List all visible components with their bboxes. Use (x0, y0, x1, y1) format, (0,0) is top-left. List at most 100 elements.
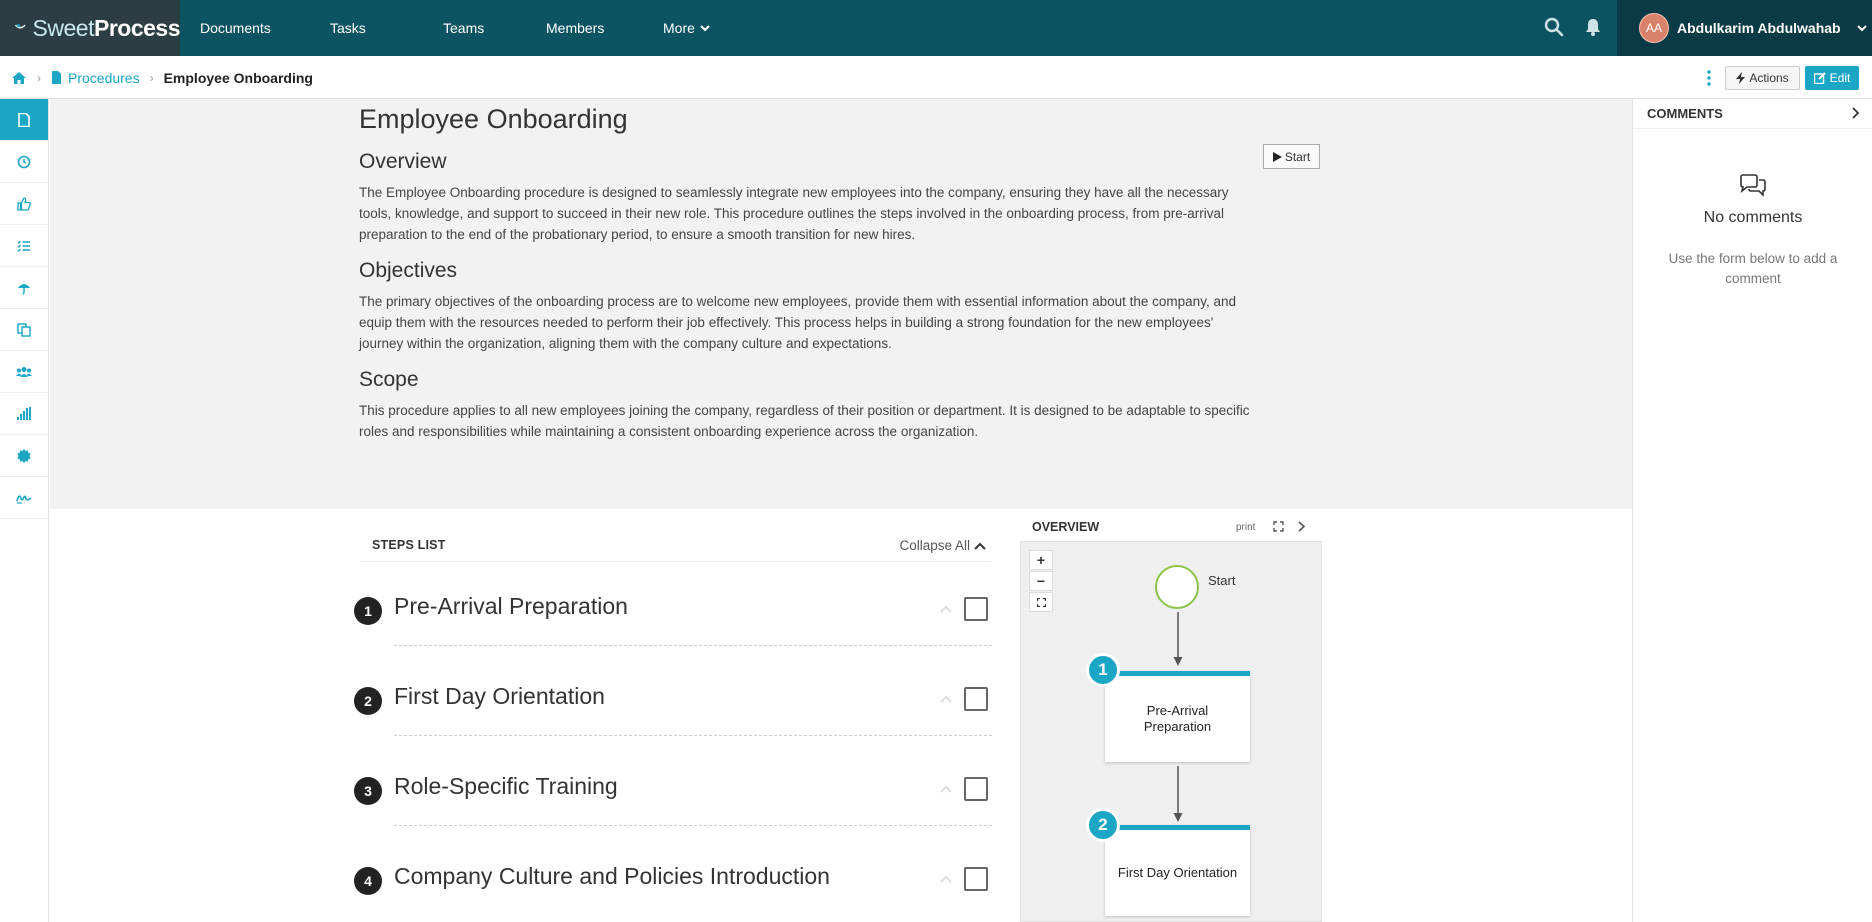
step-number: 1 (354, 597, 382, 625)
badge-icon (17, 448, 31, 463)
steps-list-header: STEPS LIST Collapse All (360, 530, 991, 562)
flow-node-number: 1 (1086, 653, 1120, 687)
expand-icon[interactable] (1273, 521, 1284, 532)
step-item[interactable]: 3 Role-Specific Training (352, 755, 992, 845)
divider (394, 735, 992, 736)
section-heading-overview: Overview (359, 150, 447, 173)
chevron-right-icon[interactable] (1850, 107, 1860, 119)
flow-node[interactable]: First Day Orientation (1105, 825, 1250, 916)
chevron-up-icon[interactable] (938, 781, 954, 797)
section-text-overview: The Employee Onboarding procedure is des… (359, 185, 1229, 242)
sidebar-item-reports[interactable] (0, 393, 48, 435)
chevron-up-icon[interactable] (938, 691, 954, 707)
bell-icon[interactable] (1582, 16, 1604, 38)
edit-icon (1813, 72, 1826, 84)
umbrella-icon (18, 283, 30, 294)
sidebar-item-tasks[interactable] (0, 225, 48, 267)
actions-button[interactable]: Actions (1725, 66, 1800, 90)
empty-comments: No comments Use the form below to add a … (1633, 174, 1872, 289)
app-logo[interactable]: SweetProcess (0, 0, 181, 56)
no-comments-hint: Use the form below to add a comment (1668, 251, 1838, 286)
left-sidebar (0, 99, 49, 922)
step-checkbox[interactable] (964, 687, 988, 711)
chevron-up-icon (974, 542, 986, 550)
step-item[interactable]: 1 Pre-Arrival Preparation (352, 575, 992, 665)
sidebar-item-copies[interactable] (0, 309, 48, 351)
sidebar-item-policies[interactable] (0, 267, 48, 309)
copy-icon (17, 322, 31, 337)
step-checkbox[interactable] (964, 867, 988, 891)
lightning-icon (1736, 72, 1746, 84)
step-title: Company Culture and Policies Introductio… (394, 863, 830, 889)
nav-tasks[interactable]: Tasks (310, 0, 423, 56)
zoom-in-button[interactable]: + (1029, 550, 1053, 570)
user-name: Abdulkarim Abdulwahab (1677, 20, 1841, 36)
step-title: Role-Specific Training (394, 773, 618, 799)
top-navbar: SweetProcess Documents Tasks Teams Membe… (0, 0, 1872, 56)
nav-documents[interactable]: Documents (180, 0, 310, 56)
bar-chart-icon (17, 407, 31, 420)
step-title: Pre-Arrival Preparation (394, 593, 628, 619)
nav-members[interactable]: Members (526, 0, 643, 56)
breadcrumb-procedures[interactable]: Procedures (51, 70, 140, 86)
start-button[interactable]: Start (1263, 144, 1320, 169)
breadcrumb-separator-icon: › (149, 70, 154, 85)
step-checkbox[interactable] (964, 777, 988, 801)
comments-header: COMMENTS (1633, 99, 1872, 129)
section-text-scope: This procedure applies to all new employ… (359, 403, 1250, 439)
logo-text-bold: Process (93, 14, 181, 41)
sidebar-item-signatures[interactable] (0, 477, 48, 519)
no-comments-title: No comments (1703, 209, 1803, 226)
step-number: 3 (354, 777, 382, 805)
divider (394, 825, 992, 826)
play-icon (1272, 151, 1282, 162)
sidebar-item-history[interactable] (0, 141, 48, 183)
divider (394, 645, 992, 646)
step-checkbox[interactable] (964, 597, 988, 621)
flow-overview-header: OVERVIEW print (1020, 513, 1322, 541)
step-item[interactable]: 2 First Day Orientation (352, 665, 992, 755)
sidebar-item-approvals[interactable] (0, 183, 48, 225)
breadcrumb: › Procedures › Employee Onboarding (11, 56, 313, 99)
fit-view-button[interactable] (1029, 592, 1053, 612)
nav-teams[interactable]: Teams (423, 0, 526, 56)
chevron-up-icon[interactable] (938, 871, 954, 887)
chevron-down-icon (1856, 25, 1867, 32)
page-title: Employee Onboarding (359, 104, 628, 134)
document-icon (52, 71, 61, 84)
search-icon[interactable] (1543, 16, 1565, 38)
checklist-icon (17, 240, 30, 252)
print-link[interactable]: print (1236, 522, 1255, 533)
home-icon[interactable] (11, 71, 27, 85)
sidebar-item-document[interactable] (0, 99, 48, 141)
chevron-down-icon (700, 25, 710, 32)
section-heading-objectives: Objectives (359, 259, 458, 282)
sidebar-item-settings[interactable] (0, 435, 48, 477)
flow-overview-title: OVERVIEW (1032, 520, 1100, 534)
flow-start-node[interactable] (1155, 565, 1199, 609)
step-number: 2 (354, 687, 382, 715)
step-title: First Day Orientation (394, 683, 605, 709)
breadcrumb-separator-icon: › (37, 70, 41, 85)
steps-list-title: STEPS LIST (372, 538, 446, 552)
step-item[interactable]: 4 Company Culture and Policies Introduct… (352, 845, 992, 922)
user-menu[interactable]: AA Abdulkarim Abdulwahab (1617, 0, 1872, 56)
chevron-right-icon[interactable] (1297, 521, 1306, 532)
collapse-all-button[interactable]: Collapse All (899, 538, 986, 553)
chevron-up-icon[interactable] (938, 601, 954, 617)
signature-icon (16, 494, 32, 504)
flow-node[interactable]: Pre-Arrival Preparation (1105, 671, 1250, 762)
edit-button[interactable]: Edit (1805, 66, 1859, 90)
thumbs-up-icon (17, 196, 31, 211)
comments-panel: COMMENTS No comments Use the form below … (1632, 99, 1872, 922)
zoom-out-button[interactable]: − (1029, 571, 1053, 591)
more-vertical-icon[interactable] (1704, 69, 1714, 87)
logo-cup-icon (14, 24, 26, 29)
clock-icon (17, 155, 31, 168)
nav-more[interactable]: More (643, 0, 710, 56)
avatar: AA (1639, 13, 1669, 43)
flow-arrow-icon (1173, 612, 1183, 666)
sidebar-item-team[interactable] (0, 351, 48, 393)
section-heading-scope: Scope (359, 368, 419, 391)
users-icon (16, 366, 32, 377)
